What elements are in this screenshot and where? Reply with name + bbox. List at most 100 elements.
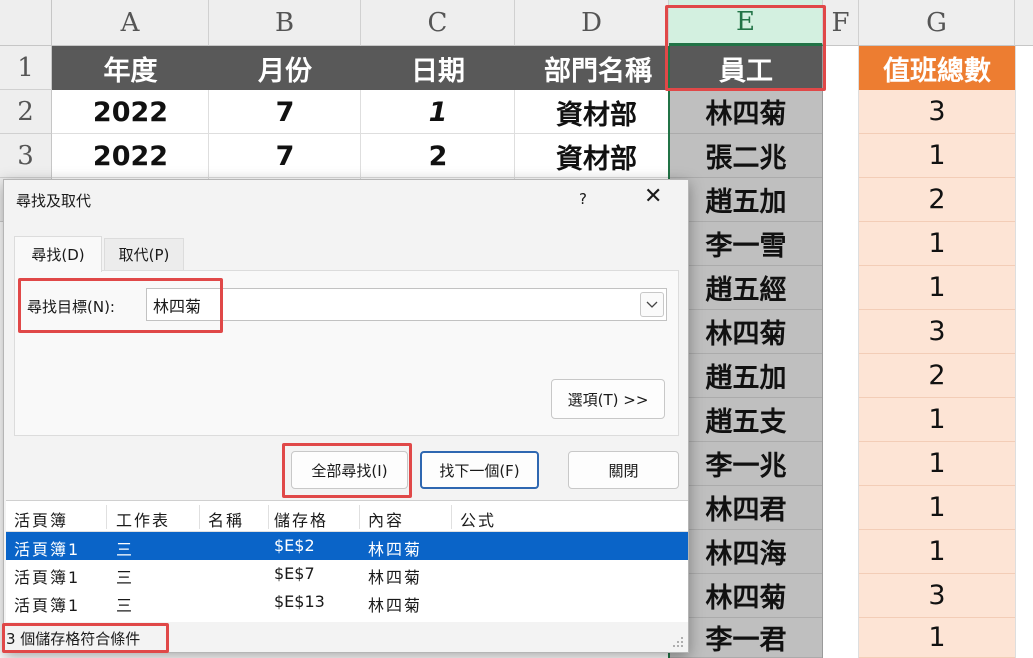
cell-employee[interactable]: 張二兆: [670, 134, 822, 178]
row-header-1[interactable]: 1: [0, 46, 52, 90]
column-divider: [106, 505, 107, 529]
options-button[interactable]: 選項(T) >>: [551, 379, 665, 419]
cell-employee[interactable]: 李一君: [670, 618, 822, 658]
cell-d3[interactable]: 資材部: [515, 134, 669, 178]
cell-duty-total[interactable]: 1: [859, 266, 1015, 310]
cell-d2[interactable]: 資材部: [515, 90, 669, 134]
column-divider: [268, 505, 269, 529]
gridline: [360, 90, 361, 180]
gridline: [514, 90, 515, 180]
find-replace-dialog: 尋找及取代 ? ✕ 尋找(D) 取代(P) 尋找目標(N): 林四菊 選項(T)…: [2, 179, 689, 653]
cell-duty-total[interactable]: 3: [859, 90, 1015, 134]
cell-a2[interactable]: 2022: [52, 90, 209, 134]
header-cell-day[interactable]: 日期: [361, 46, 515, 90]
cell-a3[interactable]: 2022: [52, 134, 209, 178]
row-header-2[interactable]: 2: [0, 90, 52, 134]
cell-duty-total[interactable]: 1: [859, 530, 1015, 574]
gridline: [208, 90, 209, 180]
result-cell: $E$2: [274, 536, 315, 555]
highlight-box-find-all: [282, 443, 412, 498]
result-sheet: 三: [116, 568, 135, 587]
cell-duty-total[interactable]: 3: [859, 310, 1015, 354]
tab-find[interactable]: 尋找(D): [14, 236, 102, 272]
help-icon[interactable]: ?: [579, 190, 587, 208]
cell-duty-total[interactable]: 1: [859, 442, 1015, 486]
highlight-box-status: [2, 623, 169, 653]
header-cell-month[interactable]: 月份: [209, 46, 361, 90]
result-row-selected[interactable]: 活頁簿1 三 $E$2 林四菊: [6, 532, 688, 560]
cell-employee[interactable]: 林四菊: [670, 90, 822, 134]
result-value: 林四菊: [368, 540, 423, 559]
results-list[interactable]: 活頁簿 工作表 名稱 儲存格 內容 公式 活頁簿1 三 $E$2 林四菊 活頁簿…: [6, 500, 688, 622]
resize-grip-icon[interactable]: [672, 636, 684, 648]
column-divider: [359, 505, 360, 529]
cell-employee[interactable]: 趙五加: [670, 354, 822, 398]
results-header-row: 活頁簿 工作表 名稱 儲存格 內容 公式: [6, 503, 688, 532]
cell-duty-total[interactable]: 1: [859, 486, 1015, 530]
column-header-g[interactable]: G: [859, 0, 1015, 46]
column-divider: [451, 505, 452, 529]
result-cell: $E$13: [274, 592, 325, 611]
column-header-d[interactable]: D: [515, 0, 669, 46]
row-header-3[interactable]: 3: [0, 134, 52, 178]
highlight-box-employee-column: [665, 5, 826, 91]
result-value: 林四菊: [368, 568, 423, 587]
cell-c2[interactable]: 1: [361, 90, 515, 134]
result-cell: $E$7: [274, 564, 315, 583]
header-cell-year[interactable]: 年度: [52, 46, 209, 90]
cell-b3[interactable]: 7: [209, 134, 361, 178]
cell-employee[interactable]: 林四菊: [670, 310, 822, 354]
close-button[interactable]: 關閉: [568, 451, 679, 489]
gridline: [1015, 46, 1016, 658]
highlight-box-find-what: [18, 278, 223, 333]
cell-duty-total[interactable]: 1: [859, 222, 1015, 266]
results-header-value[interactable]: 內容: [368, 507, 404, 531]
cell-employee[interactable]: 林四海: [670, 530, 822, 574]
result-sheet: 三: [116, 540, 135, 559]
column-header-a[interactable]: A: [52, 0, 209, 46]
cell-employee[interactable]: 林四菊: [670, 574, 822, 618]
results-header-cell[interactable]: 儲存格: [274, 507, 328, 531]
column-header-f[interactable]: F: [823, 0, 859, 46]
cell-f1[interactable]: [823, 46, 859, 90]
dialog-title: 尋找及取代: [16, 192, 92, 210]
result-row[interactable]: 活頁簿1 三 $E$13 林四菊: [6, 588, 688, 616]
cell-employee[interactable]: 李一兆: [670, 442, 822, 486]
cell-duty-total[interactable]: 1: [859, 398, 1015, 442]
select-all-corner[interactable]: [0, 0, 52, 46]
cell-employee[interactable]: 趙五支: [670, 398, 822, 442]
tab-replace[interactable]: 取代(P): [104, 238, 184, 270]
cell-employee[interactable]: 趙五經: [670, 266, 822, 310]
find-next-button[interactable]: 找下一個(F): [420, 451, 539, 489]
results-header-sheet[interactable]: 工作表: [116, 507, 170, 531]
cell-duty-total[interactable]: 2: [859, 354, 1015, 398]
result-book: 活頁簿1: [14, 596, 81, 615]
cell-b2[interactable]: 7: [209, 90, 361, 134]
cell-employee[interactable]: 林四君: [670, 486, 822, 530]
result-value: 林四菊: [368, 596, 423, 615]
result-book: 活頁簿1: [14, 540, 81, 559]
find-history-dropdown[interactable]: [640, 292, 664, 317]
result-row[interactable]: 活頁簿1 三 $E$7 林四菊: [6, 560, 688, 588]
column-header-b[interactable]: B: [209, 0, 361, 46]
cell-duty-total[interactable]: 3: [859, 574, 1015, 618]
column-header-c[interactable]: C: [361, 0, 515, 46]
results-header-formula[interactable]: 公式: [460, 507, 496, 531]
column-header-h[interactable]: [1015, 0, 1033, 46]
cell-duty-total[interactable]: 1: [859, 618, 1015, 658]
result-sheet: 三: [116, 596, 135, 615]
column-divider: [199, 505, 200, 529]
cell-duty-total[interactable]: 1: [859, 134, 1015, 178]
find-what-input[interactable]: 林四菊: [146, 288, 667, 321]
results-header-name[interactable]: 名稱: [208, 507, 244, 531]
gridline: [822, 46, 823, 658]
cell-duty-total[interactable]: 2: [859, 178, 1015, 222]
cell-employee[interactable]: 趙五加: [670, 178, 822, 222]
header-cell-department[interactable]: 部門名稱: [515, 46, 669, 90]
close-icon[interactable]: ✕: [644, 186, 662, 208]
chevron-down-icon: [646, 301, 658, 308]
results-header-book[interactable]: 活頁簿: [14, 507, 68, 531]
cell-c3[interactable]: 2: [361, 134, 515, 178]
header-cell-duty-total[interactable]: 值班總數: [859, 46, 1015, 90]
cell-employee[interactable]: 李一雪: [670, 222, 822, 266]
